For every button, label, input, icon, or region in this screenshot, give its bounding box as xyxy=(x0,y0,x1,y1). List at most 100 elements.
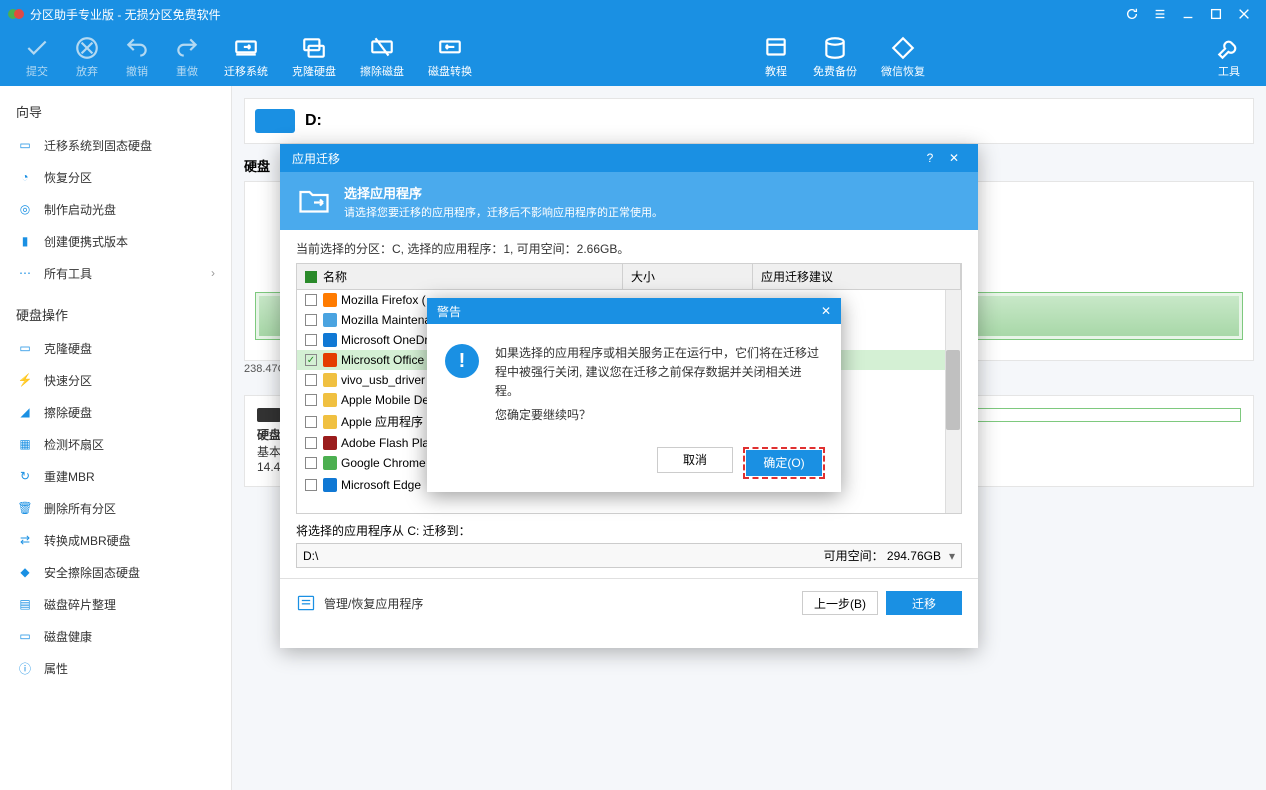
row-checkbox[interactable] xyxy=(305,294,317,306)
clone-icon: ▭ xyxy=(16,339,34,357)
sidebar-item-defrag[interactable]: ▤磁盘碎片整理 xyxy=(0,588,231,620)
app-name: vivo_usb_driver xyxy=(341,373,425,387)
dialog-header-subtitle: 请选择您要迁移的应用程序，迁移后不影响应用程序的正常使用。 xyxy=(344,204,663,220)
dots-icon: ⋯ xyxy=(16,264,34,282)
row-checkbox[interactable] xyxy=(305,374,317,386)
app-icon xyxy=(323,293,337,307)
app-name: Mozilla Maintena xyxy=(341,313,431,327)
app-name: Apple 应用程序 xyxy=(341,413,423,430)
row-checkbox[interactable] xyxy=(305,437,317,449)
sidebar-item-secure-erase-ssd[interactable]: ◆安全擦除固态硬盘 xyxy=(0,556,231,588)
undo-button[interactable]: 撤销 xyxy=(112,35,162,79)
app-name: Microsoft OneDr xyxy=(341,333,428,347)
row-checkbox[interactable] xyxy=(305,354,317,366)
app-name: Apple Mobile De xyxy=(341,393,429,407)
disk-icon xyxy=(257,408,281,422)
dest-dropdown[interactable]: D:\ 可用空间： 294.76GB ▾ xyxy=(296,543,962,568)
sidebar-item-bad-sector[interactable]: ▦检测坏扇区 xyxy=(0,428,231,460)
refresh-icon[interactable] xyxy=(1118,0,1146,28)
sidebar-item-all-tools[interactable]: ⋯所有工具› xyxy=(0,257,231,289)
app-table-header: 名称 大小 应用迁移建议 xyxy=(296,263,962,290)
row-checkbox[interactable] xyxy=(305,416,317,428)
ops-section-title: 硬盘操作 xyxy=(0,297,231,332)
app-name: Google Chrome xyxy=(341,456,426,470)
usb-icon: ▮ xyxy=(16,232,34,250)
warning-title: 警告 xyxy=(437,303,461,320)
sidebar-item-boot-disc[interactable]: ◎制作启动光盘 xyxy=(0,193,231,225)
row-checkbox[interactable] xyxy=(305,314,317,326)
sidebar-item-rebuild-mbr[interactable]: ↻重建MBR xyxy=(0,460,231,492)
cancel-button[interactable]: 取消 xyxy=(657,447,733,473)
app-icon xyxy=(323,415,337,429)
row-checkbox[interactable] xyxy=(305,334,317,346)
sidebar-item-wipe-disk[interactable]: ◢擦除硬盘 xyxy=(0,396,231,428)
main-toolbar: 提交 放弃 撤销 重做 迁移系统 克隆硬盘 擦除磁盘 磁盘转换 教程 免费备份 … xyxy=(0,28,1266,86)
sidebar-item-recover-partition[interactable]: ◔恢复分区 xyxy=(0,161,231,193)
menu-icon[interactable] xyxy=(1146,0,1174,28)
close-button[interactable] xyxy=(1230,0,1258,28)
sidebar-item-convert-mbr[interactable]: ⇄转换成MBR硬盘 xyxy=(0,524,231,556)
help-icon[interactable]: ? xyxy=(918,151,942,165)
app-icon xyxy=(323,313,337,327)
disk-d-panel[interactable]: D: xyxy=(244,98,1254,144)
ok-button-highlight: 确定(O) xyxy=(743,447,825,479)
sidebar-item-delete-all[interactable]: 🗑删除所有分区 xyxy=(0,492,231,524)
app-icon xyxy=(323,393,337,407)
app-icon xyxy=(323,373,337,387)
disk-icon xyxy=(255,109,295,133)
chevron-right-icon: › xyxy=(211,266,215,280)
migrate-button[interactable]: 迁移 xyxy=(886,591,962,615)
chevron-down-icon: ▾ xyxy=(949,549,955,563)
sidebar-item-migrate-ssd[interactable]: ▭迁移系统到固态硬盘 xyxy=(0,129,231,161)
prev-button[interactable]: 上一步(B) xyxy=(802,591,878,615)
tutorial-button[interactable]: 教程 xyxy=(751,35,801,79)
sidebar-item-properties[interactable]: ⓘ属性 xyxy=(0,652,231,684)
redo-button[interactable]: 重做 xyxy=(162,35,212,79)
sidebar: 向导 ▭迁移系统到固态硬盘 ◔恢复分区 ◎制作启动光盘 ▮创建便携式版本 ⋯所有… xyxy=(0,86,232,790)
wechat-recovery-button[interactable]: 微信恢复 xyxy=(869,35,937,79)
grid-icon: ▦ xyxy=(16,435,34,453)
dest-label: 将选择的应用程序从 C: 迁移到： xyxy=(296,522,962,539)
sidebar-item-portable[interactable]: ▮创建便携式版本 xyxy=(0,225,231,257)
titlebar: 分区助手专业版 - 无损分区免费软件 xyxy=(0,0,1266,28)
sidebar-item-disk-health[interactable]: ▭磁盘健康 xyxy=(0,620,231,652)
app-icon xyxy=(323,456,337,470)
row-checkbox[interactable] xyxy=(305,479,317,491)
clone-disk-button[interactable]: 克隆硬盘 xyxy=(280,35,348,79)
row-checkbox[interactable] xyxy=(305,457,317,469)
pie-icon: ◔ xyxy=(16,168,34,186)
backup-button[interactable]: 免费备份 xyxy=(801,35,869,79)
disk-d-label: D: xyxy=(305,112,322,130)
app-logo-icon xyxy=(8,6,24,22)
app-name: Mozilla Firefox ( xyxy=(341,293,426,307)
app-icon xyxy=(323,333,337,347)
sidebar-item-quick-partition[interactable]: ⚡快速分区 xyxy=(0,364,231,396)
tools-button[interactable]: 工具 xyxy=(1204,35,1254,79)
close-icon[interactable]: ✕ xyxy=(942,151,966,165)
sidebar-item-clone-disk[interactable]: ▭克隆硬盘 xyxy=(0,332,231,364)
minimize-button[interactable] xyxy=(1174,0,1202,28)
warning-message-1: 如果选择的应用程序或相关服务正在运行中，它们将在迁移过程中被强行关闭, 建议您在… xyxy=(495,344,823,402)
wipe-disk-button[interactable]: 擦除磁盘 xyxy=(348,35,416,79)
scrollbar[interactable] xyxy=(945,290,961,513)
discard-button[interactable]: 放弃 xyxy=(62,35,112,79)
manage-apps-link[interactable]: 管理/恢复应用程序 xyxy=(296,593,423,613)
disc-icon: ◎ xyxy=(16,200,34,218)
health-icon: ▭ xyxy=(16,627,34,645)
close-icon[interactable]: ✕ xyxy=(821,304,831,318)
commit-button[interactable]: 提交 xyxy=(12,35,62,79)
ssd-icon: ▭ xyxy=(16,136,34,154)
bolt-icon: ⚡ xyxy=(16,371,34,389)
maximize-button[interactable] xyxy=(1202,0,1230,28)
scrollbar-thumb[interactable] xyxy=(946,350,960,430)
select-all-checkbox[interactable] xyxy=(305,271,317,283)
ok-button[interactable]: 确定(O) xyxy=(746,450,822,476)
migrate-os-button[interactable]: 迁移系统 xyxy=(212,35,280,79)
row-checkbox[interactable] xyxy=(305,394,317,406)
app-name: Microsoft Office xyxy=(341,353,424,367)
convert-disk-button[interactable]: 磁盘转换 xyxy=(416,35,484,79)
app-name: Microsoft Edge xyxy=(341,478,421,492)
app-icon xyxy=(323,436,337,450)
convert-icon: ⇄ xyxy=(16,531,34,549)
defrag-icon: ▤ xyxy=(16,595,34,613)
